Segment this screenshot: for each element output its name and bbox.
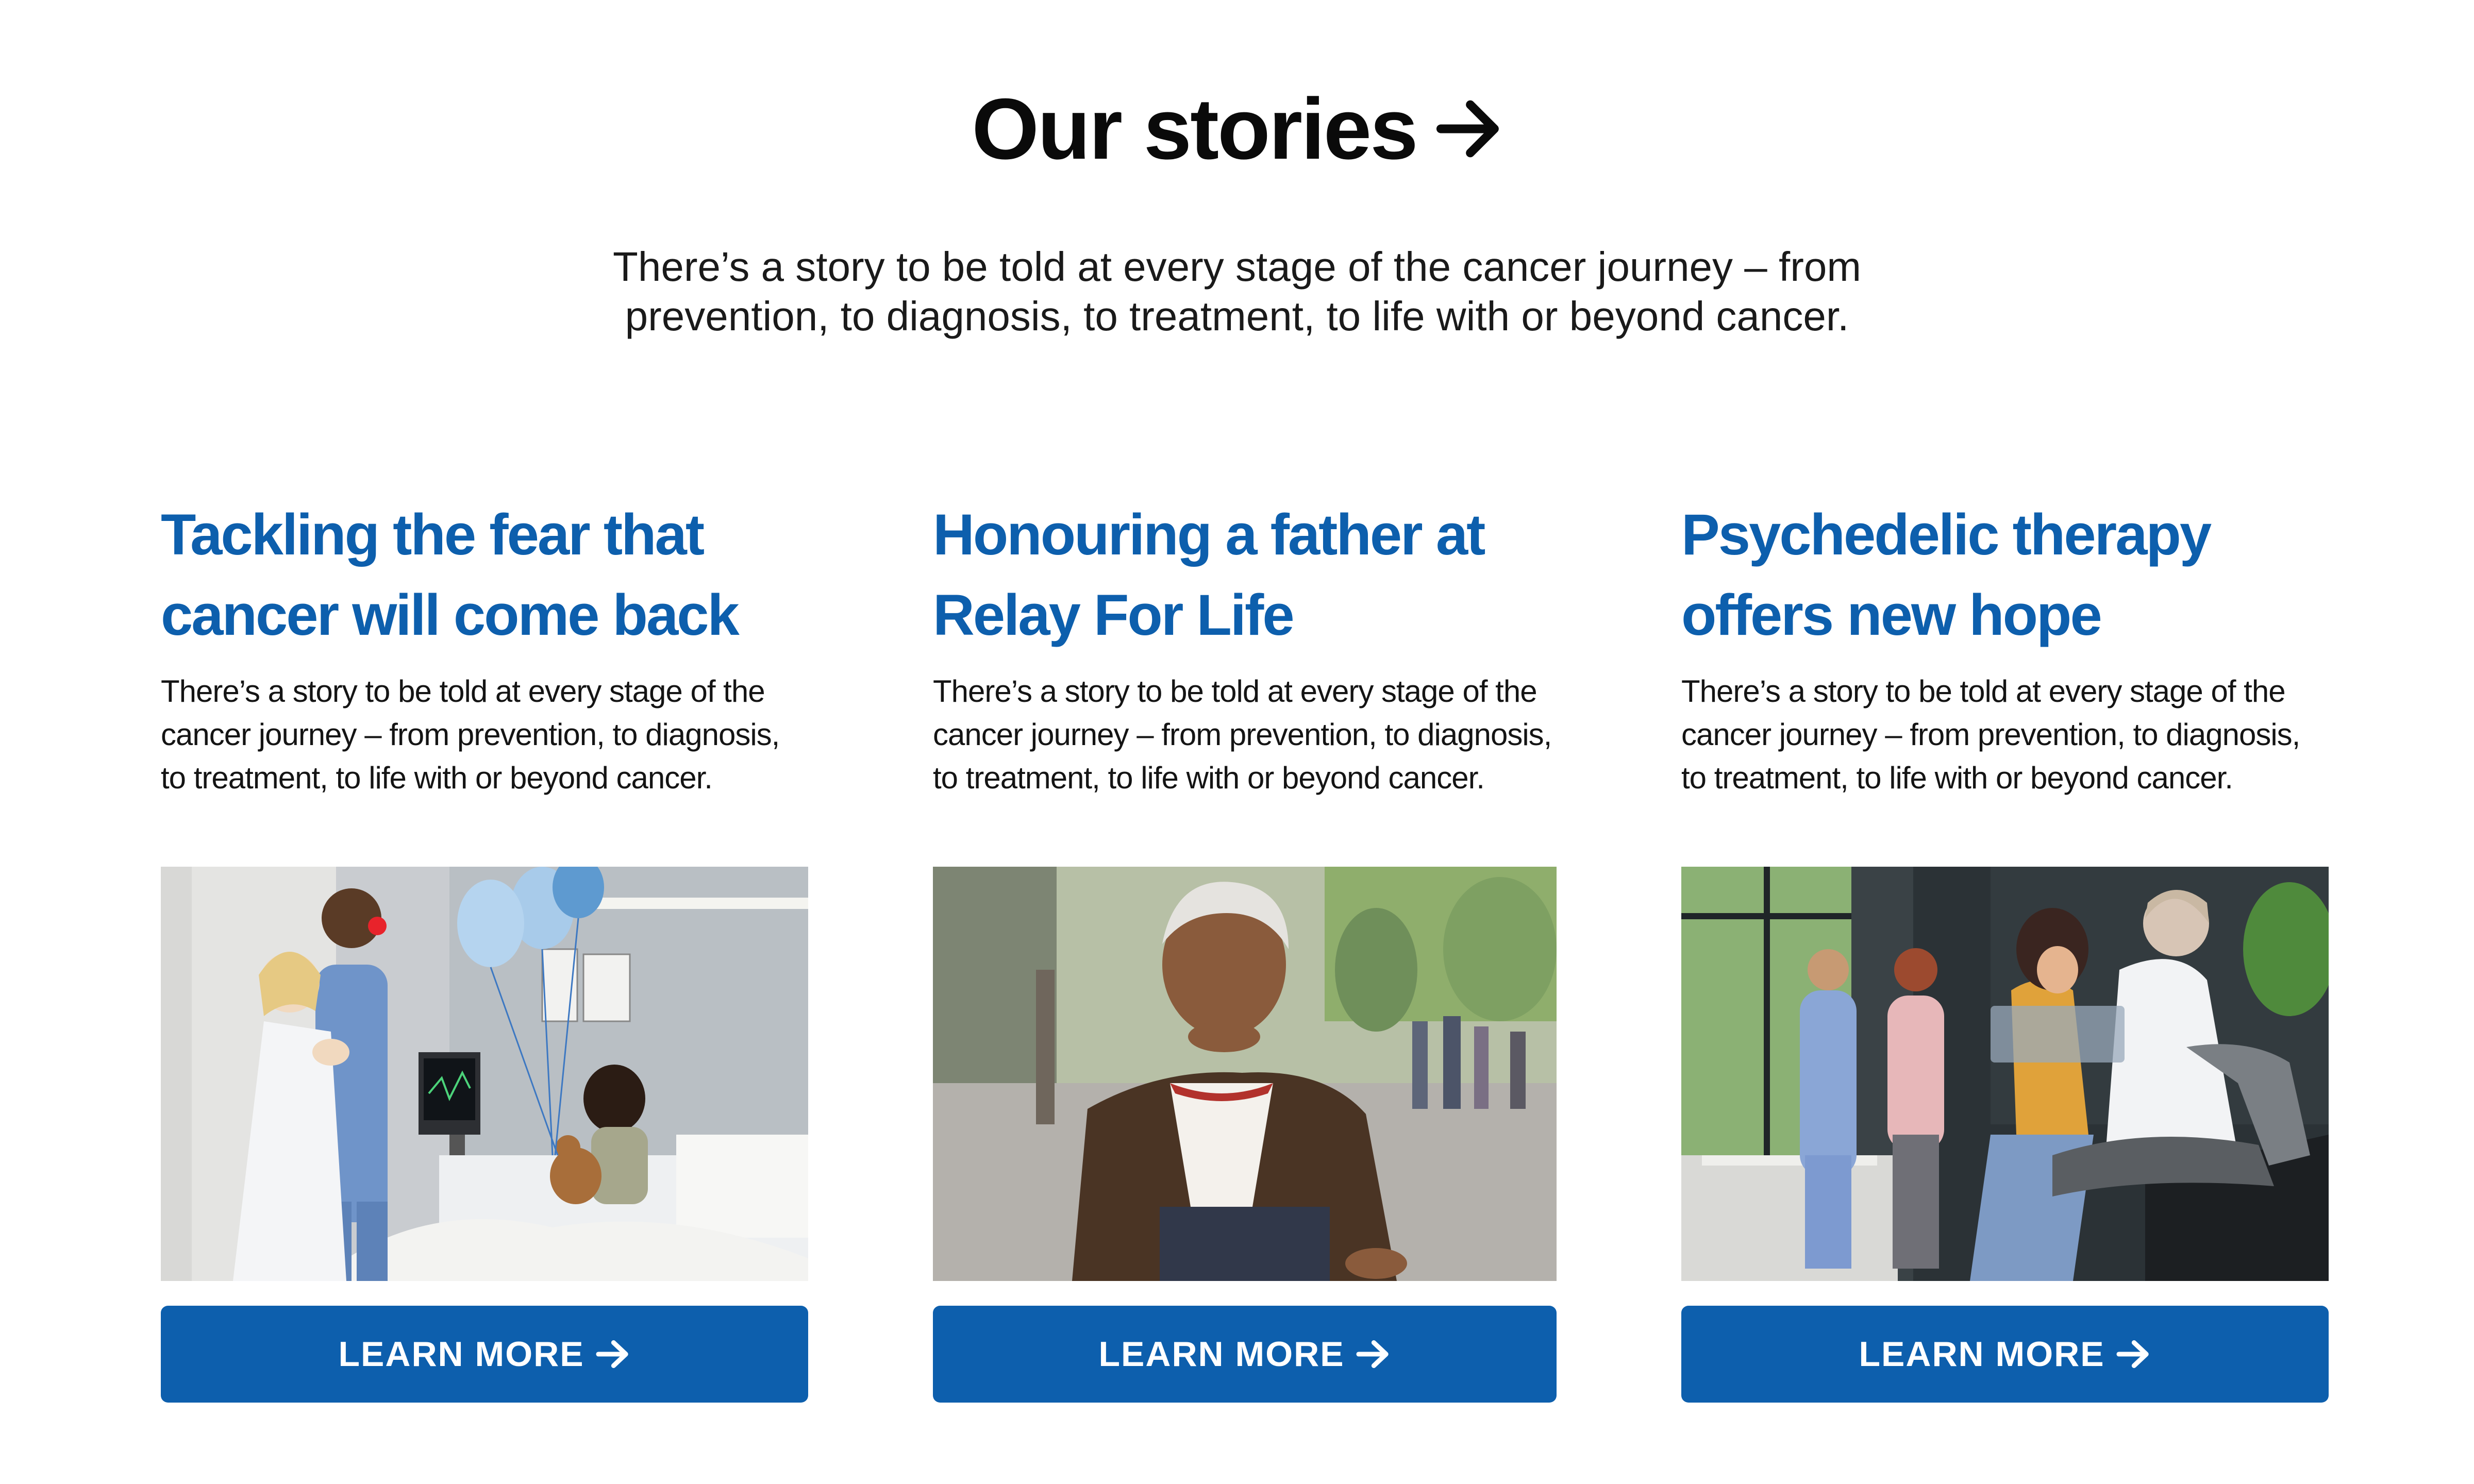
story-summary: There’s a story to be told at every stag… xyxy=(933,674,1552,795)
section-heading[interactable]: Our stories xyxy=(0,77,2474,180)
arrow-right-icon xyxy=(2115,1336,2151,1372)
learn-more-button[interactable]: LEARN MORE xyxy=(933,1306,1557,1403)
learn-more-button[interactable]: LEARN MORE xyxy=(161,1306,808,1403)
learn-more-label: LEARN MORE xyxy=(1859,1335,2105,1374)
story-photo xyxy=(933,867,1557,1281)
story-summary: There’s a story to be told at every stag… xyxy=(1681,674,2300,795)
learn-more-button[interactable]: LEARN MORE xyxy=(1681,1306,2329,1403)
arrow-right-icon xyxy=(1355,1336,1391,1372)
arrow-right-icon xyxy=(595,1336,631,1372)
story-title[interactable]: Psychedelic therapy offers new hope xyxy=(1681,495,2212,655)
story-summary: There’s a story to be told at every stag… xyxy=(161,674,780,795)
our-stories-section: Our stories There’s a story to be told a… xyxy=(0,0,2474,1484)
section-intro: There’s a story to be told at every stag… xyxy=(613,244,1861,339)
learn-more-label: LEARN MORE xyxy=(1098,1335,1345,1374)
learn-more-label: LEARN MORE xyxy=(338,1335,584,1374)
story-title[interactable]: Tackling the fear that cancer will come … xyxy=(161,495,740,655)
arrow-right-icon[interactable] xyxy=(1435,95,1502,162)
story-photo xyxy=(1681,867,2329,1281)
section-title[interactable]: Our stories xyxy=(972,86,1418,172)
story-photo xyxy=(161,867,808,1281)
story-title[interactable]: Honouring a father at Relay For Life xyxy=(933,495,1485,655)
